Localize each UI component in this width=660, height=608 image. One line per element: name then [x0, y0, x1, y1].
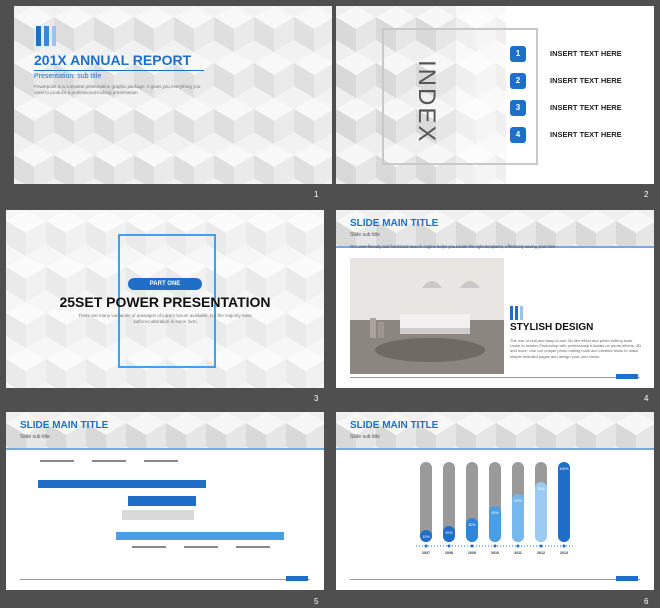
item-number-badge: 2	[510, 73, 526, 89]
footer-marker	[616, 374, 638, 379]
index-item[interactable]: 2 INSERT TEXT HERE	[510, 73, 654, 91]
data-label: 10%	[422, 535, 430, 539]
item-text: INSERT TEXT HERE	[550, 103, 622, 112]
slide-title: SLIDE MAIN TITLE	[20, 420, 109, 431]
data-label: 60%	[514, 499, 522, 503]
footer-marker	[616, 576, 638, 581]
slide-title: SLIDE MAIN TITLE	[350, 218, 439, 229]
tick-label: 2012	[537, 551, 545, 555]
data-label: 20%	[445, 531, 453, 535]
data-label: 45%	[491, 511, 499, 515]
footer-rule	[20, 579, 310, 580]
axis-dot	[539, 544, 543, 548]
interior-photo	[350, 258, 504, 374]
slide-number: 4	[644, 394, 649, 403]
index-item[interactable]: 3 INSERT TEXT HERE	[510, 100, 654, 118]
section-body: The use of real and easy-to-use 3D-like …	[510, 338, 642, 359]
item-text: INSERT TEXT HERE	[550, 130, 622, 139]
slide-title: 25SET POWER PRESENTATION	[59, 294, 271, 310]
slide-title: 201X ANNUAL REPORT	[34, 52, 192, 68]
pill-bar-chart: 10% 2007 20% 2008 30% 2009 45% 2010 60% 2011 75% 20…	[416, 462, 574, 555]
step-bar	[116, 532, 284, 540]
tick-label: 2011	[514, 551, 522, 555]
section-heading: STYLISH DESIGN	[510, 322, 594, 333]
part-badge: PART ONE	[128, 278, 202, 290]
slide-thumbnail-4[interactable]: SLIDE MAIN TITLE Slide sub title Our use…	[336, 210, 654, 388]
logo-bars-icon	[36, 26, 58, 46]
item-text: INSERT TEXT HERE	[550, 49, 622, 58]
axis-dot	[516, 544, 520, 548]
slide-body: There are many variations of passages of…	[78, 313, 252, 324]
item-number-badge: 1	[510, 46, 526, 62]
tick-label: 2013	[560, 551, 568, 555]
bar	[466, 518, 478, 542]
data-label: 100%	[559, 467, 569, 471]
data-label: 75%	[537, 487, 545, 491]
slide-intro: Our user-friendly and functional search …	[350, 244, 557, 249]
tick-label: 2009	[468, 551, 476, 555]
index-label: INDEX	[413, 60, 440, 144]
slide-thumbnail-1[interactable]: 201X ANNUAL REPORT Presentation: sub tit…	[14, 6, 332, 184]
accent-bars-icon	[510, 306, 524, 320]
placeholder-text-row	[132, 546, 282, 552]
slide-subtitle: Slide sub title	[350, 232, 380, 238]
slide-subtitle: Presentation: sub title	[34, 73, 102, 80]
step-bar	[38, 480, 206, 488]
slide-thumbnail-2[interactable]: INDEX 1 INSERT TEXT HERE 2 INSERT TEXT H…	[336, 6, 654, 184]
index-item[interactable]: 4 INSERT TEXT HERE	[510, 127, 654, 145]
axis-dot	[562, 544, 566, 548]
footer-rule	[350, 579, 640, 580]
item-text: INSERT TEXT HERE	[550, 76, 622, 85]
item-number-badge: 4	[510, 127, 526, 143]
slide-number: 1	[314, 190, 319, 199]
header-rule	[6, 448, 324, 450]
axis-dot	[470, 544, 474, 548]
slide-thumbnail-3[interactable]: PART ONE 25SET POWER PRESENTATION There …	[6, 210, 324, 388]
slide-body: Powerpoint is a complete presentation gr…	[34, 84, 201, 95]
placeholder-text-row	[40, 460, 180, 466]
tick-label: 2010	[491, 551, 499, 555]
slide-number: 5	[314, 597, 319, 606]
footer-marker	[286, 576, 308, 581]
axis-dot	[493, 544, 497, 548]
bar	[558, 462, 570, 542]
title-underline	[34, 70, 204, 71]
axis-dot	[424, 544, 428, 548]
slide-number: 2	[644, 190, 649, 199]
slide-thumbnail-6[interactable]: SLIDE MAIN TITLE Slide sub title 10% 2007…	[336, 412, 654, 590]
footer-rule	[350, 377, 640, 378]
tick-label: 2007	[422, 551, 430, 555]
slide-number: 3	[314, 394, 319, 403]
bar	[535, 482, 547, 542]
item-number-badge: 3	[510, 100, 526, 116]
slide-thumbnail-5[interactable]: SLIDE MAIN TITLE Slide sub title	[6, 412, 324, 590]
slide-subtitle: Slide sub title	[20, 434, 50, 440]
tick-label: 2008	[445, 551, 453, 555]
slide-number: 6	[644, 597, 649, 606]
step-bar-shadow	[122, 510, 194, 520]
axis-dot	[447, 544, 451, 548]
index-item[interactable]: 1 INSERT TEXT HERE	[510, 46, 654, 64]
step-bar	[128, 496, 196, 506]
data-label: 30%	[468, 523, 476, 527]
